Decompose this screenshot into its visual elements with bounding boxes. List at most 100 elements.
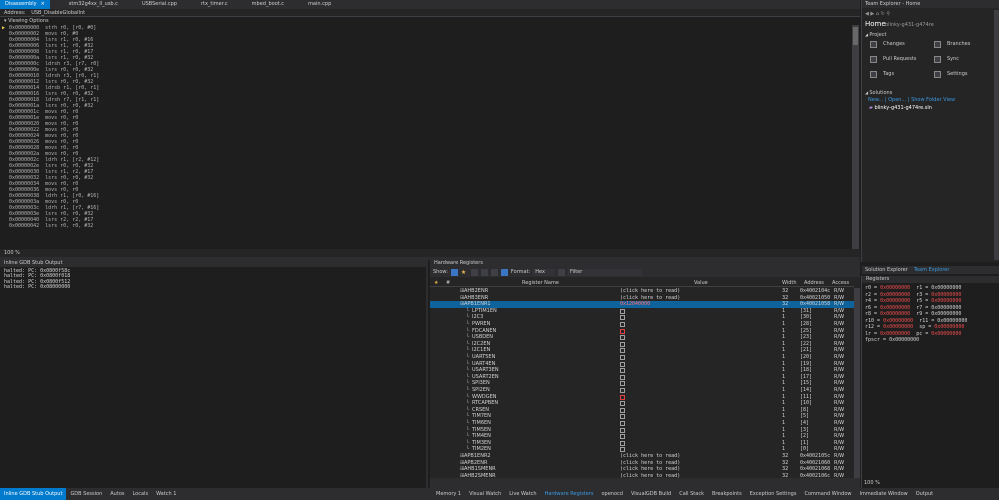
- project-section[interactable]: ◢ Project: [865, 32, 886, 38]
- viewing-options[interactable]: ▾ Viewing Options: [0, 17, 858, 25]
- tool-tab[interactable]: Live Watch: [505, 488, 540, 500]
- tool-tab[interactable]: GDB Session: [66, 488, 106, 500]
- right-tab-1[interactable]: Team Explorer: [911, 266, 953, 274]
- expand-button[interactable]: [470, 268, 478, 276]
- bit-checkbox[interactable]: [620, 361, 625, 367]
- register-value[interactable]: (click here to read): [620, 460, 680, 467]
- bit-checkbox[interactable]: [620, 434, 625, 440]
- filter-input[interactable]: Filter: [567, 268, 643, 276]
- hw-scrollbar[interactable]: [854, 288, 860, 478]
- te-item-branches[interactable]: Branches: [932, 39, 996, 50]
- bit-checkbox[interactable]: [620, 440, 625, 446]
- register-row[interactable]: └ I2C2EN 1 [22] R/W: [430, 341, 854, 348]
- bit-checkbox[interactable]: [620, 355, 625, 360]
- register-row[interactable]: └ FDCANEN 1 [25] R/W: [430, 328, 854, 335]
- register-row[interactable]: └ TIM5EN 1 [3] R/W: [430, 427, 854, 434]
- solution-links[interactable]: New... | Open... | Show Folder View: [868, 97, 955, 103]
- register-row[interactable]: └ TIM6EN 1 [4] R/W: [430, 420, 854, 427]
- solutions-section[interactable]: ◢ Solutions: [865, 90, 892, 96]
- register-row[interactable]: └ CRSEN 1 [8] R/W: [430, 407, 854, 414]
- bit-checkbox[interactable]: [620, 348, 625, 354]
- col-width[interactable]: Width: [782, 279, 797, 287]
- tab-4[interactable]: mbed_boot.c: [247, 0, 289, 9]
- register-row[interactable]: └ USBDEN 1 [23] R/W: [430, 334, 854, 341]
- register-row[interactable]: ⊞ APB2ENR (click here to read) 32 0x40021060…: [430, 460, 854, 467]
- te-item-tags[interactable]: Tags: [868, 69, 932, 80]
- tool-tab[interactable]: Watch 1: [152, 488, 180, 500]
- bit-checkbox[interactable]: [620, 374, 625, 380]
- register-value[interactable]: (click here to read): [620, 288, 680, 295]
- register-row[interactable]: └ LPTIM1EN 1 [31] R/W: [430, 308, 854, 315]
- bit-checkbox[interactable]: [620, 401, 625, 407]
- columns-button[interactable]: [500, 268, 508, 276]
- bit-checkbox[interactable]: [620, 308, 625, 314]
- tab-3[interactable]: rtx_timer.c: [196, 0, 233, 9]
- register-row[interactable]: └ USART3EN 1 [18] R/W: [430, 367, 854, 374]
- register-value[interactable]: (click here to read): [620, 466, 680, 473]
- nav-toolbar[interactable]: ◀ ▶ ⌂ ↻ ⚲: [865, 11, 890, 17]
- te-item-pull-requests[interactable]: Pull Requests: [868, 54, 932, 65]
- bit-checkbox[interactable]: [620, 447, 625, 453]
- scrollbar-thumb[interactable]: [853, 27, 858, 45]
- right-tab-0[interactable]: Solution Explorer: [862, 266, 911, 274]
- bit-checkbox[interactable]: [620, 388, 625, 393]
- lock-icon[interactable]: [480, 268, 488, 276]
- bit-checkbox[interactable]: [620, 368, 625, 374]
- register-row[interactable]: ⊞ AHB3ENR (click here to read) 32 0x40021050…: [430, 295, 854, 302]
- te-item-changes[interactable]: Changes: [868, 39, 932, 50]
- register-row[interactable]: ⊞ APB1ENR2 (click here to read) 32 0x4002105…: [430, 453, 854, 460]
- tool-tab[interactable]: openocd: [598, 488, 627, 500]
- refresh-button[interactable]: [557, 268, 565, 276]
- tool-tab[interactable]: Locals: [128, 488, 152, 500]
- disassembly-scrollbar[interactable]: [852, 25, 859, 249]
- register-row[interactable]: └ PWREN 1 [28] R/W: [430, 321, 854, 328]
- tab-0[interactable]: Disassembly ×: [0, 0, 50, 9]
- format-select[interactable]: Hex: [533, 268, 555, 276]
- tool-tab[interactable]: Immediate Window: [855, 488, 911, 500]
- register-row[interactable]: └ SPI2EN 1 [14] R/W: [430, 387, 854, 394]
- te-item-settings[interactable]: Settings: [932, 69, 996, 80]
- register-row[interactable]: └ I2C3 1 [30] R/W: [430, 314, 854, 321]
- view-toggle-button[interactable]: [450, 268, 458, 276]
- register-row[interactable]: ⊞ APB1ENR1 0x12040000 32 0x40021058 R/W: [430, 301, 854, 308]
- col-register-name[interactable]: Register Name: [522, 279, 559, 287]
- col-access[interactable]: Access: [832, 279, 849, 287]
- register-value[interactable]: 0x12040000: [620, 301, 650, 308]
- tool-tab[interactable]: Call Stack: [675, 488, 708, 500]
- register-row[interactable]: └ RTCAPBEN 1 [10] R/W: [430, 400, 854, 407]
- tool-tab[interactable]: Output: [912, 488, 937, 500]
- register-row[interactable]: └ WWDGEN 1 [11] R/W: [430, 394, 854, 401]
- star-icon[interactable]: ★: [461, 269, 468, 276]
- register-row[interactable]: └ TIM7EN 1 [5] R/W: [430, 413, 854, 420]
- address-input[interactable]: USB_DisableGlobalInt: [31, 10, 85, 16]
- register-row[interactable]: └ UART5EN 1 [20] R/W: [430, 354, 854, 361]
- tab-5[interactable]: main.cpp: [303, 0, 336, 9]
- tab-2[interactable]: USBSerial.cpp: [137, 0, 182, 9]
- bit-checkbox[interactable]: [620, 335, 625, 341]
- register-row[interactable]: └ TIM2EN 1 [0] R/W: [430, 446, 854, 453]
- bit-checkbox[interactable]: [620, 381, 625, 387]
- register-value[interactable]: (click here to read): [620, 453, 680, 460]
- tool-tab[interactable]: Command Window: [800, 488, 855, 500]
- tool-tab[interactable]: Memory 1: [432, 488, 465, 500]
- bit-checkbox[interactable]: [620, 414, 625, 420]
- bit-checkbox[interactable]: [620, 341, 625, 347]
- tool-tab[interactable]: Visual Watch: [465, 488, 505, 500]
- register-row[interactable]: └ I2C1EN 1 [21] R/W: [430, 347, 854, 354]
- close-icon[interactable]: ×: [41, 1, 45, 7]
- register-row[interactable]: └ USART2EN 1 [17] R/W: [430, 374, 854, 381]
- register-row[interactable]: ⊞ AHB1SMENR (click here to read) 32 0x400210…: [430, 466, 854, 473]
- team-explorer-scrollbar[interactable]: [994, 10, 999, 260]
- tool-tab[interactable]: Hardware Registers: [541, 488, 598, 500]
- tool-tab[interactable]: Breakpoints: [708, 488, 746, 500]
- register-row[interactable]: └ TIM3EN 1 [1] R/W: [430, 440, 854, 447]
- zoom-level[interactable]: 100 %: [862, 480, 880, 486]
- te-item-sync[interactable]: Sync: [932, 54, 996, 65]
- tool-tab[interactable]: Exception Settings: [746, 488, 801, 500]
- register-value[interactable]: (click here to read): [620, 295, 680, 302]
- col-value[interactable]: Value: [694, 279, 708, 287]
- zoom-level[interactable]: 100 %: [0, 249, 860, 257]
- register-row[interactable]: ⊞ AHB2ENR (click here to read) 32 0x4002104c…: [430, 288, 854, 295]
- bit-checkbox[interactable]: [620, 394, 625, 400]
- solution-item[interactable]: ▰ blinky-g431-g474re.sln: [869, 105, 932, 111]
